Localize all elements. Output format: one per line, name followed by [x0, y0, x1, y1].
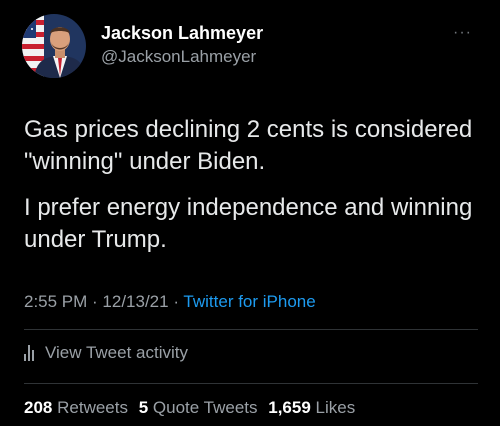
tweet-text: Gas prices declining 2 cents is consider…	[24, 114, 484, 256]
tweet-date[interactable]: 12/13/21	[102, 292, 168, 311]
divider	[24, 383, 478, 384]
meta-separator: ·	[87, 292, 103, 311]
tweet-time[interactable]: 2:55 PM	[24, 292, 87, 311]
likes-label: Likes	[315, 398, 356, 417]
retweets-label: Retweets	[57, 398, 128, 417]
author-display-name[interactable]: Jackson Lahmeyer	[101, 22, 263, 45]
retweets-stat[interactable]: 208 Retweets	[24, 398, 128, 417]
view-activity-label: View Tweet activity	[45, 343, 188, 362]
divider	[24, 329, 478, 330]
tweet-header: Jackson Lahmeyer @JacksonLahmeyer	[22, 14, 263, 78]
likes-count: 1,659	[268, 398, 311, 417]
more-dots-icon[interactable]: ···	[453, 25, 472, 41]
analytics-bars-icon	[24, 345, 36, 361]
retweets-count: 208	[24, 398, 53, 417]
tweet-paragraph-2: I prefer energy independence and winning…	[24, 194, 473, 253]
tweet-card: Jackson Lahmeyer @JacksonLahmeyer ··· Ga…	[0, 0, 500, 426]
view-activity-link[interactable]: View Tweet activity	[24, 343, 188, 363]
author-names: Jackson Lahmeyer @JacksonLahmeyer	[101, 22, 263, 68]
tweet-source-link[interactable]: Twitter for iPhone	[183, 292, 315, 311]
engagement-stats: 208 Retweets 5 Quote Tweets 1,659 Likes	[24, 398, 355, 418]
quotes-count: 5	[138, 398, 149, 417]
author-handle[interactable]: @JacksonLahmeyer	[101, 45, 263, 68]
meta-separator: ·	[168, 292, 184, 311]
avatar[interactable]	[22, 14, 86, 78]
quotes-stat[interactable]: 5 Quote Tweets	[139, 398, 258, 417]
quotes-label: Quote Tweets	[152, 398, 258, 417]
tweet-metadata: 2:55 PM · 12/13/21 · Twitter for iPhone	[24, 292, 316, 312]
likes-stat[interactable]: 1,659 Likes	[268, 398, 355, 417]
tweet-paragraph-1: Gas prices declining 2 cents is consider…	[24, 116, 473, 175]
